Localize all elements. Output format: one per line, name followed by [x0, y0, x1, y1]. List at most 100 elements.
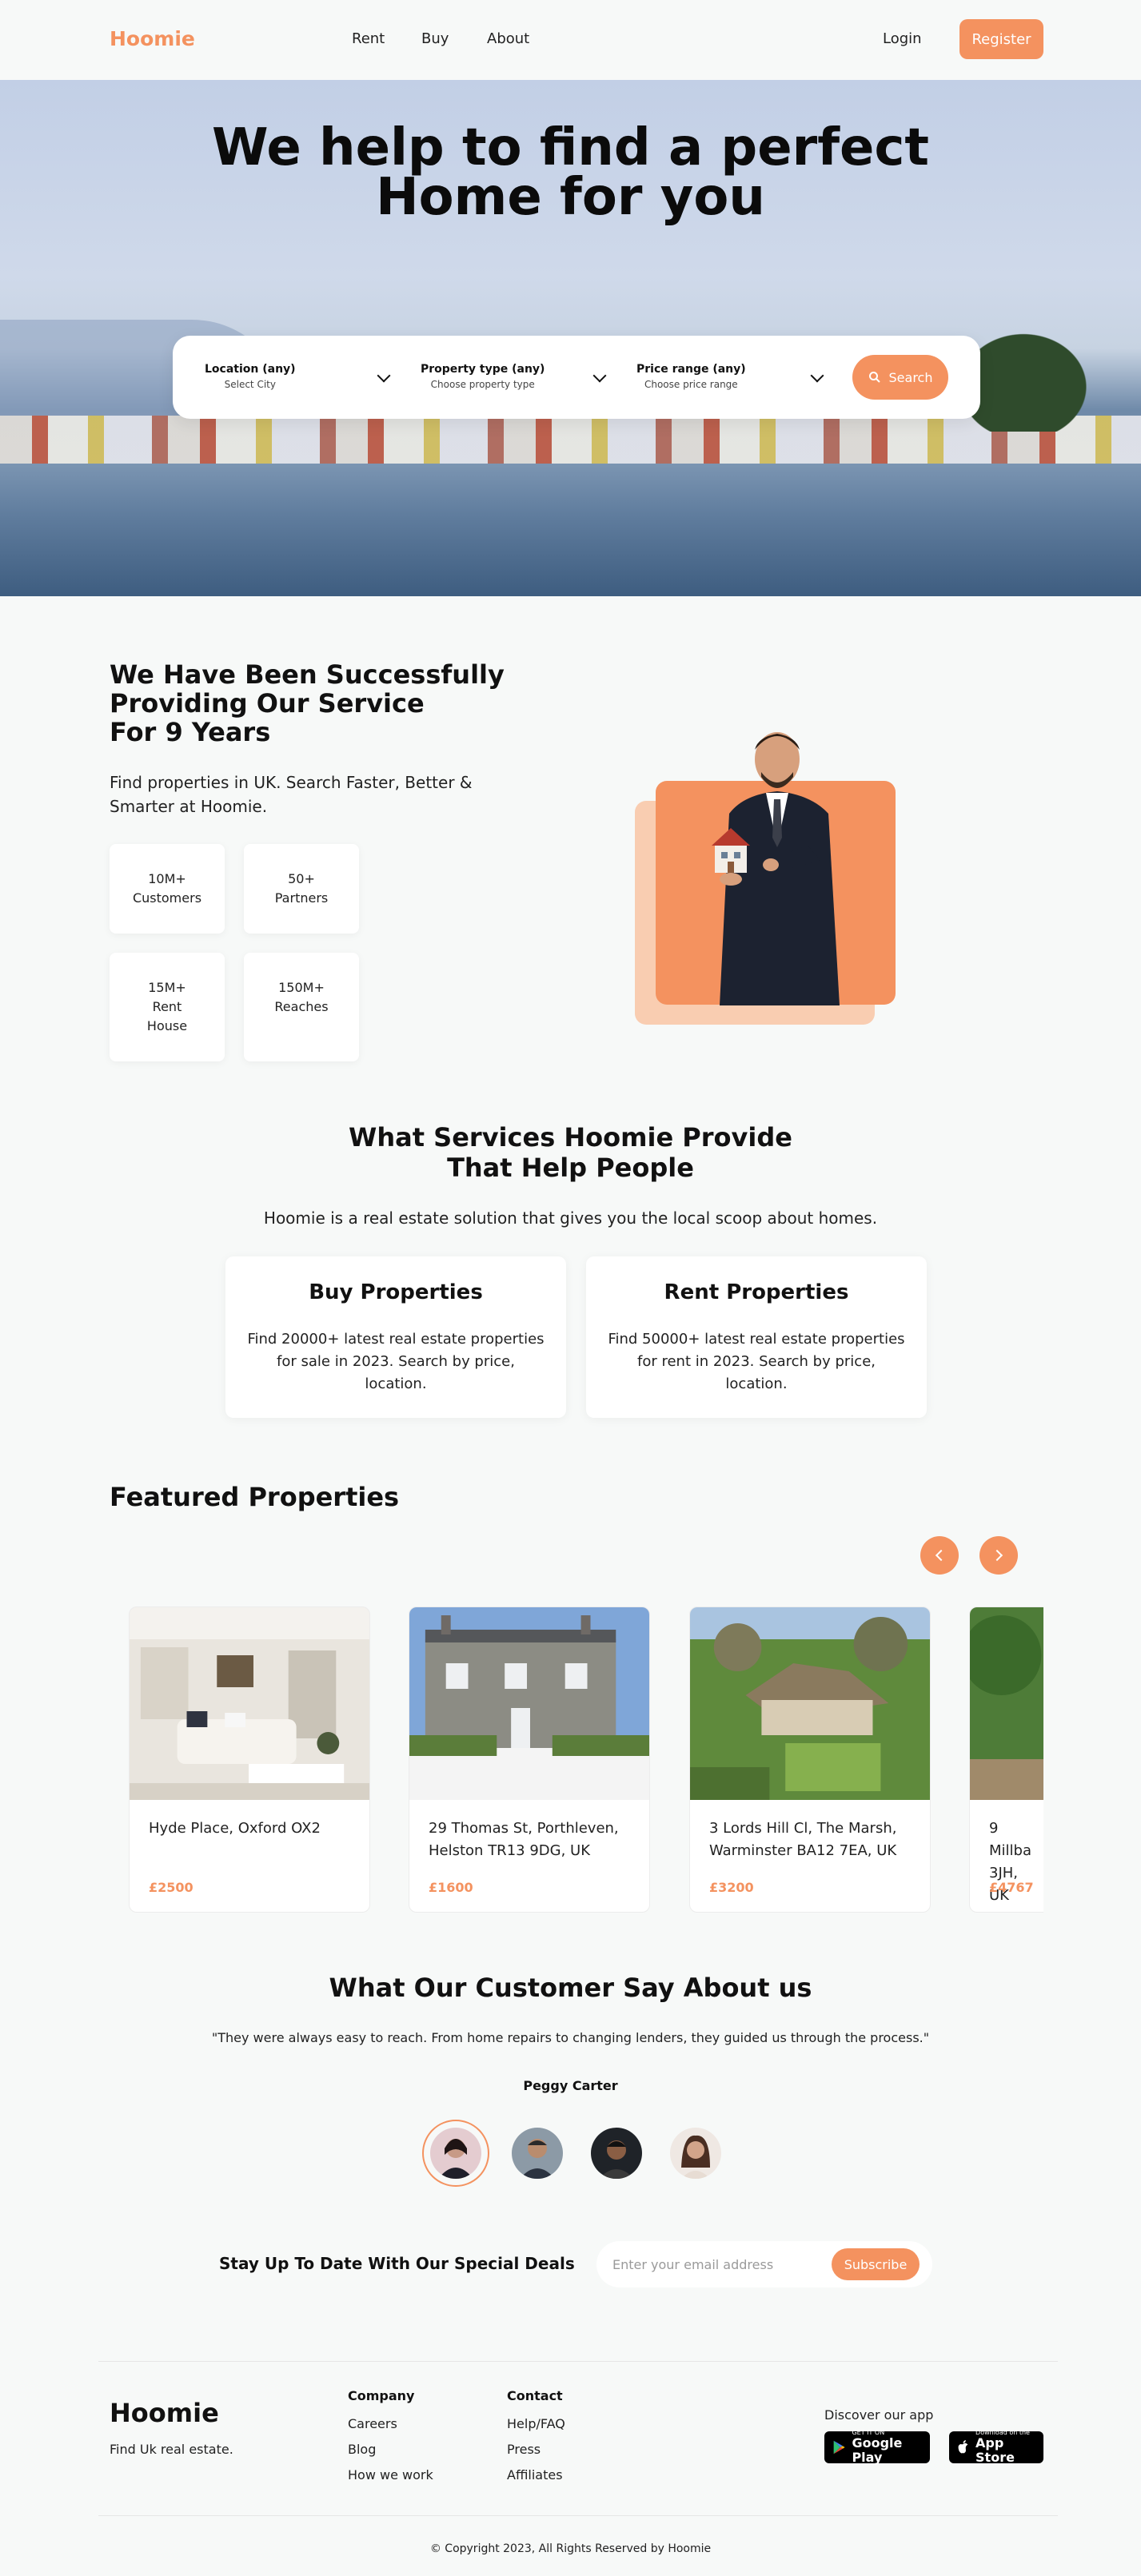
copyright: © Copyright 2023, All Rights Reserved by… — [429, 2542, 712, 2555]
property-type-filter[interactable]: Property type (any) Choose property type — [421, 363, 545, 390]
stat-reaches: 150M+ Reaches — [244, 953, 359, 1061]
footer-link-how-we-work[interactable]: How we work — [348, 2467, 433, 2482]
register-button[interactable]: Register — [959, 19, 1043, 59]
property-address: Hyde Place, Oxford OX2 — [149, 1820, 321, 1837]
avatar[interactable] — [591, 2128, 642, 2179]
avatar-photo — [599, 2140, 634, 2179]
service-card-title: Rent Properties — [664, 1280, 849, 1304]
services-description: Hoomie is a real estate solution that gi… — [263, 1208, 878, 1228]
property-carousel: Hyde Place, Oxford OX2 £2500 29 Thomas S… — [110, 1607, 1043, 1915]
newsletter-form: Subscribe — [596, 2241, 932, 2287]
avatar-photo — [681, 2135, 710, 2179]
avatar-photo — [438, 2139, 473, 2179]
about-title-line-2: Providing Our Service — [110, 688, 425, 719]
property-image — [690, 1607, 930, 1800]
login-link[interactable]: Login — [883, 30, 922, 47]
chevron-down-icon[interactable] — [810, 368, 824, 383]
logo[interactable]: Hoomie — [110, 27, 195, 50]
avatar[interactable] — [512, 2128, 563, 2179]
property-address: 3 Lords Hill Cl, The Marsh, Warminster B… — [709, 1820, 897, 1859]
stat-value: 50+ — [288, 871, 315, 886]
featured-title: Featured Properties — [110, 1482, 400, 1512]
nav-about[interactable]: About — [487, 30, 529, 47]
nav-buy[interactable]: Buy — [421, 30, 449, 47]
stat-value: 150M+ — [278, 980, 325, 995]
property-card[interactable]: 29 Thomas St, Porthleven, Helston TR13 9… — [409, 1607, 650, 1913]
stat-partners: 50+ Partners — [244, 844, 359, 934]
footer-company-heading: Company — [348, 2388, 415, 2403]
stat-label: Rent House — [146, 999, 188, 1033]
email-field[interactable] — [612, 2252, 820, 2276]
subscribe-button[interactable]: Subscribe — [832, 2248, 920, 2280]
services-title-line-1: What Services Hoomie Provide — [349, 1122, 792, 1153]
hero-water — [0, 464, 1141, 596]
stat-value: 10M+ — [148, 871, 186, 886]
footer-link-affiliates[interactable]: Affiliates — [507, 2467, 563, 2482]
property-price: £4767 — [989, 1880, 1034, 1895]
service-card-text: Find 20000+ latest real estate propertie… — [247, 1331, 545, 1392]
about-title-line-3: For 9 Years — [110, 717, 271, 747]
carousel-next-button[interactable] — [979, 1536, 1018, 1575]
chevron-down-icon[interactable] — [592, 368, 607, 383]
google-play-big: Google Play — [852, 2435, 903, 2465]
search-button[interactable]: Search — [852, 355, 948, 400]
testimonials-title: What Our Customer Say About us — [329, 1973, 812, 2003]
property-price: £3200 — [709, 1880, 754, 1895]
footer-link-press[interactable]: Press — [507, 2442, 541, 2457]
avatar-photo — [520, 2139, 555, 2179]
property-price: £2500 — [149, 1880, 193, 1895]
property-price: £1600 — [429, 1880, 473, 1895]
agent-photo — [712, 732, 840, 1005]
search-bar: Location (any) Select City Property type… — [173, 336, 980, 419]
location-filter-label: Location (any) — [205, 363, 296, 376]
chevron-right-icon — [991, 1549, 1003, 1562]
service-card-buy[interactable]: Buy Properties Find 20000+ latest real e… — [225, 1256, 566, 1418]
property-card[interactable]: Hyde Place, Oxford OX2 £2500 — [129, 1607, 370, 1913]
avatar[interactable] — [670, 2128, 721, 2179]
property-image — [970, 1607, 1043, 1800]
stat-label: Customers — [132, 890, 202, 906]
property-type-filter-sub: Choose property type — [430, 379, 535, 390]
app-store-badge[interactable]: Download on the App Store — [949, 2430, 1043, 2465]
search-button-label: Search — [888, 369, 933, 385]
property-card[interactable]: 9 Millba 3JH, UK £4767 — [969, 1607, 1043, 1913]
about-title-line-1: We Have Been Successfully — [110, 659, 505, 690]
chevron-left-icon — [935, 1549, 948, 1562]
property-address: 29 Thomas St, Porthleven, Helston TR13 9… — [429, 1820, 619, 1859]
nav-rent[interactable]: Rent — [352, 30, 385, 47]
price-range-filter-sub: Choose price range — [644, 379, 738, 390]
property-image — [409, 1607, 649, 1800]
testimonial-quote: "They were always easy to reach. From ho… — [211, 2030, 930, 2045]
google-play-badge[interactable]: GET IT ON Google Play — [824, 2430, 930, 2465]
footer-logo[interactable]: Hoomie — [110, 2398, 219, 2428]
location-filter-sub: Select City — [224, 379, 276, 390]
price-range-filter[interactable]: Price range (any) Choose price range — [636, 363, 746, 390]
avatar[interactable] — [430, 2128, 481, 2179]
stat-customers: 10M+ Customers — [110, 844, 225, 934]
footer-link-help-faq[interactable]: Help/FAQ — [507, 2416, 565, 2431]
hero-title-line-1: We help to find a perfect — [212, 118, 929, 177]
carousel-prev-button[interactable] — [920, 1536, 959, 1575]
hero-title-line-2: Home for you — [376, 168, 765, 227]
service-card-rent[interactable]: Rent Properties Find 50000+ latest real … — [586, 1256, 927, 1418]
property-type-filter-label: Property type (any) — [421, 363, 545, 376]
testimonial-name: Peggy Carter — [523, 2078, 618, 2093]
service-card-title: Buy Properties — [309, 1280, 483, 1304]
location-filter[interactable]: Location (any) Select City — [205, 363, 296, 390]
footer-bottom-divider — [98, 2515, 1058, 2516]
footer-divider — [98, 2361, 1058, 2362]
services-title: What Services Hoomie Provide That Help P… — [0, 1122, 1141, 1183]
footer-link-careers[interactable]: Careers — [348, 2416, 397, 2431]
services-title-line-2: That Help People — [447, 1153, 694, 1183]
app-heading: Discover our app — [824, 2407, 934, 2423]
app-store-big: App Store — [975, 2435, 1015, 2465]
service-card-text: Find 50000+ latest real estate propertie… — [608, 1331, 905, 1392]
hero-title: We help to find a perfect Home for you — [0, 118, 1141, 227]
chevron-down-icon[interactable] — [377, 368, 391, 383]
footer-link-blog[interactable]: Blog — [348, 2442, 376, 2457]
stat-label: Reaches — [274, 999, 329, 1014]
about-description: Find properties in UK. Search Faster, Be… — [110, 773, 473, 816]
property-card[interactable]: 3 Lords Hill Cl, The Marsh, Warminster B… — [689, 1607, 931, 1913]
about-title: We Have Been Successfully Providing Our … — [110, 660, 505, 747]
stat-value: 15M+ — [148, 980, 186, 995]
